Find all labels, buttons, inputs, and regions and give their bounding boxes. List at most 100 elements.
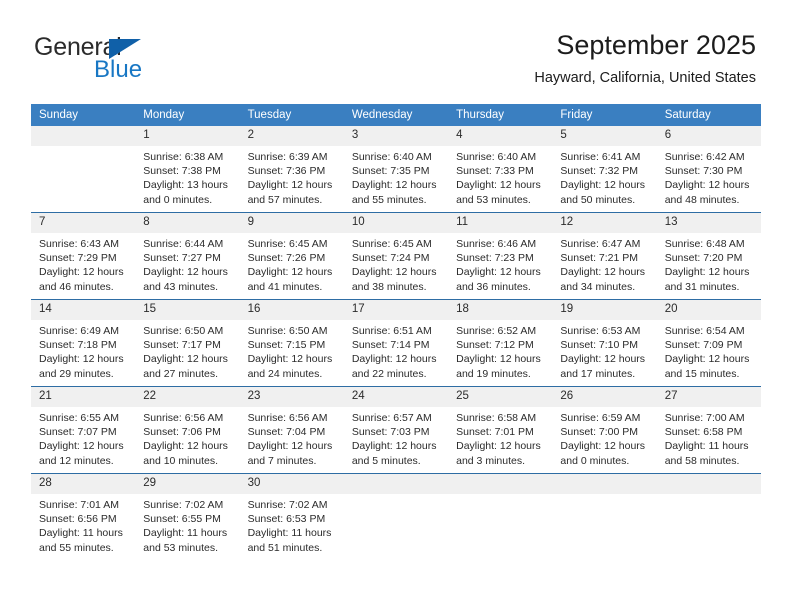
calendar-day-27: 27 Sunrise: 7:00 AM Sunset: 6:58 PM Dayligh… [656,387,761,473]
daylight-text: Daylight: 12 hours [664,179,750,192]
day-number [343,474,449,494]
calendar-day-cell[interactable] [31,126,136,213]
calendar-day-22: 22 Sunrise: 6:56 AM Sunset: 7:06 PM Dayligh… [135,387,240,473]
calendar-day-cell[interactable] [552,473,657,560]
calendar-day-16: 16 Sunrise: 6:50 AM Sunset: 7:15 PM Dayligh… [239,300,344,386]
sunset-text: Sunset: 7:33 PM [456,165,534,178]
calendar-day-cell[interactable]: 28 Sunrise: 7:01 AM Sunset: 6:56 PM Dayligh… [31,473,136,560]
calendar-day-cell[interactable]: 23 Sunrise: 6:56 AM Sunset: 7:04 PM Dayligh… [239,386,344,474]
day-details: Sunrise: 6:42 AM Sunset: 7:30 PM Daylight:… [657,146,761,207]
day-details: Sunrise: 6:51 AM Sunset: 7:14 PM Daylight:… [344,320,448,381]
calendar-day-cell[interactable]: 18 Sunrise: 6:52 AM Sunset: 7:12 PM Dayligh… [448,299,553,387]
calendar-day-10: 10 Sunrise: 6:45 AM Sunset: 7:24 PM Dayligh… [343,213,449,299]
calendar-day-cell[interactable]: 7 Sunrise: 6:43 AM Sunset: 7:29 PM Daylight… [31,212,136,300]
calendar-day-cell[interactable]: 5 Sunrise: 6:41 AM Sunset: 7:32 PM Daylight… [552,126,657,213]
day-details: Sunrise: 6:56 AM Sunset: 7:04 PM Daylight:… [240,407,344,468]
weekday-header-saturday: Saturday [656,104,761,126]
daylight-text: Daylight: 12 hours [351,353,437,366]
daylight-text: Daylight: 12 hours [351,266,437,279]
calendar-day-cell[interactable]: 30 Sunrise: 7:02 AM Sunset: 6:53 PM Dayligh… [239,473,344,560]
day-details: Sunrise: 6:54 AM Sunset: 7:09 PM Daylight:… [657,320,761,381]
sunset-text: Sunset: 7:09 PM [664,339,743,352]
sunset-text: Sunset: 7:18 PM [39,339,117,352]
calendar-day-19: 19 Sunrise: 6:53 AM Sunset: 7:10 PM Dayligh… [552,300,657,386]
sunrise-text: Sunrise: 6:56 AM [247,412,328,424]
daylight-text: and 53 minutes. [143,541,218,554]
day-details: Sunrise: 6:41 AM Sunset: 7:32 PM Daylight:… [552,146,656,207]
calendar-day-cell[interactable]: 26 Sunrise: 6:59 AM Sunset: 7:00 PM Dayligh… [552,386,657,474]
calendar-day-cell[interactable]: 16 Sunrise: 6:50 AM Sunset: 7:15 PM Dayligh… [239,299,344,387]
calendar-day-cell[interactable]: 3 Sunrise: 6:40 AM Sunset: 7:35 PM Daylight… [343,126,449,213]
day-number: 8 [135,213,240,233]
sunrise-text: Sunrise: 6:54 AM [664,325,745,337]
day-details: Sunrise: 7:02 AM Sunset: 6:53 PM Daylight:… [240,494,344,555]
sunrise-text: Sunrise: 6:57 AM [351,412,432,424]
day-number: 15 [135,300,240,320]
daylight-text: and 34 minutes. [560,280,636,293]
calendar-week-row: 14 Sunrise: 6:49 AM Sunset: 7:18 PM Dayligh… [31,299,761,387]
calendar-week-row: 21 Sunrise: 6:55 AM Sunset: 7:07 PM Dayligh… [31,386,761,474]
calendar-day-cell[interactable] [343,473,449,560]
calendar-day-cell[interactable]: 9 Sunrise: 6:45 AM Sunset: 7:26 PM Daylight… [239,212,344,300]
day-number: 3 [343,126,449,146]
calendar-day-cell[interactable]: 15 Sunrise: 6:50 AM Sunset: 7:17 PM Dayligh… [135,299,240,387]
sunset-text: Sunset: 7:30 PM [664,165,743,178]
day-number: 30 [239,474,344,494]
day-number: 4 [448,126,553,146]
calendar-day-15: 15 Sunrise: 6:50 AM Sunset: 7:17 PM Dayligh… [135,300,240,386]
daylight-text: and 12 minutes. [39,454,114,467]
day-number: 21 [31,387,136,407]
sunrise-text: Sunrise: 6:43 AM [39,238,119,250]
daylight-text: Daylight: 13 hours [143,179,228,192]
day-number: 10 [343,213,449,233]
calendar-day-cell[interactable]: 6 Sunrise: 6:42 AM Sunset: 7:30 PM Daylight… [656,126,761,213]
calendar-day-cell[interactable]: 2 Sunrise: 6:39 AM Sunset: 7:36 PM Daylight… [239,126,344,213]
calendar-day-empty [343,474,449,560]
day-details: Sunrise: 6:40 AM Sunset: 7:33 PM Daylight:… [448,146,552,207]
calendar-day-cell[interactable]: 24 Sunrise: 6:57 AM Sunset: 7:03 PM Dayligh… [343,386,449,474]
day-details: Sunrise: 6:56 AM Sunset: 7:06 PM Daylight:… [135,407,239,468]
calendar-day-cell[interactable]: 1 Sunrise: 6:38 AM Sunset: 7:38 PM Daylight… [135,126,240,213]
daylight-text: Daylight: 12 hours [39,266,124,279]
calendar-day-29: 29 Sunrise: 7:02 AM Sunset: 6:55 PM Dayligh… [135,474,240,560]
calendar-day-cell[interactable] [448,473,553,560]
calendar-day-cell[interactable]: 8 Sunrise: 6:44 AM Sunset: 7:27 PM Daylight… [135,212,240,300]
calendar-day-cell[interactable]: 14 Sunrise: 6:49 AM Sunset: 7:18 PM Dayligh… [31,299,136,387]
calendar-day-2: 2 Sunrise: 6:39 AM Sunset: 7:36 PM Daylight… [239,126,344,212]
calendar-day-cell[interactable]: 27 Sunrise: 7:00 AM Sunset: 6:58 PM Dayligh… [656,386,761,474]
day-details: Sunrise: 6:40 AM Sunset: 7:35 PM Daylight:… [344,146,448,207]
calendar-day-cell[interactable]: 12 Sunrise: 6:47 AM Sunset: 7:21 PM Dayligh… [552,212,657,300]
calendar-day-cell[interactable]: 22 Sunrise: 6:56 AM Sunset: 7:06 PM Dayligh… [135,386,240,474]
calendar-day-cell[interactable]: 20 Sunrise: 6:54 AM Sunset: 7:09 PM Dayligh… [656,299,761,387]
calendar-day-14: 14 Sunrise: 6:49 AM Sunset: 7:18 PM Dayligh… [31,300,136,386]
calendar-day-cell[interactable]: 21 Sunrise: 6:55 AM Sunset: 7:07 PM Dayligh… [31,386,136,474]
daylight-text: and 0 minutes. [143,193,213,206]
calendar-day-cell[interactable]: 11 Sunrise: 6:46 AM Sunset: 7:23 PM Dayligh… [448,212,553,300]
day-number: 20 [656,300,761,320]
sunrise-text: Sunrise: 6:59 AM [560,412,641,424]
calendar-day-cell[interactable]: 10 Sunrise: 6:45 AM Sunset: 7:24 PM Dayligh… [343,212,449,300]
daylight-text: Daylight: 12 hours [247,353,333,366]
sunset-text: Sunset: 7:24 PM [351,252,430,265]
calendar-day-cell[interactable]: 4 Sunrise: 6:40 AM Sunset: 7:33 PM Daylight… [448,126,553,213]
sunset-text: Sunset: 6:53 PM [247,513,326,526]
calendar-day-cell[interactable]: 19 Sunrise: 6:53 AM Sunset: 7:10 PM Dayligh… [552,299,657,387]
daylight-text: and 3 minutes. [456,454,526,467]
calendar-day-cell[interactable]: 25 Sunrise: 6:58 AM Sunset: 7:01 PM Dayligh… [448,386,553,474]
calendar-day-cell[interactable] [656,473,761,560]
calendar-day-7: 7 Sunrise: 6:43 AM Sunset: 7:29 PM Daylight… [31,213,136,299]
day-number: 6 [656,126,761,146]
sunset-text: Sunset: 7:32 PM [560,165,639,178]
calendar-day-empty [448,474,553,560]
daylight-text: and 5 minutes. [351,454,421,467]
daylight-text: and 22 minutes. [351,367,427,380]
calendar-day-cell[interactable]: 29 Sunrise: 7:02 AM Sunset: 6:55 PM Dayligh… [135,473,240,560]
sunset-text: Sunset: 7:04 PM [247,426,326,439]
day-details: Sunrise: 6:57 AM Sunset: 7:03 PM Daylight:… [344,407,448,468]
sunset-text: Sunset: 7:06 PM [143,426,221,439]
calendar-day-cell[interactable]: 13 Sunrise: 6:48 AM Sunset: 7:20 PM Dayligh… [656,212,761,300]
day-details: Sunrise: 7:02 AM Sunset: 6:55 PM Daylight:… [135,494,239,555]
calendar-day-cell[interactable]: 17 Sunrise: 6:51 AM Sunset: 7:14 PM Dayligh… [343,299,449,387]
day-details: Sunrise: 6:43 AM Sunset: 7:29 PM Daylight:… [31,233,135,294]
sunrise-text: Sunrise: 6:58 AM [456,412,537,424]
